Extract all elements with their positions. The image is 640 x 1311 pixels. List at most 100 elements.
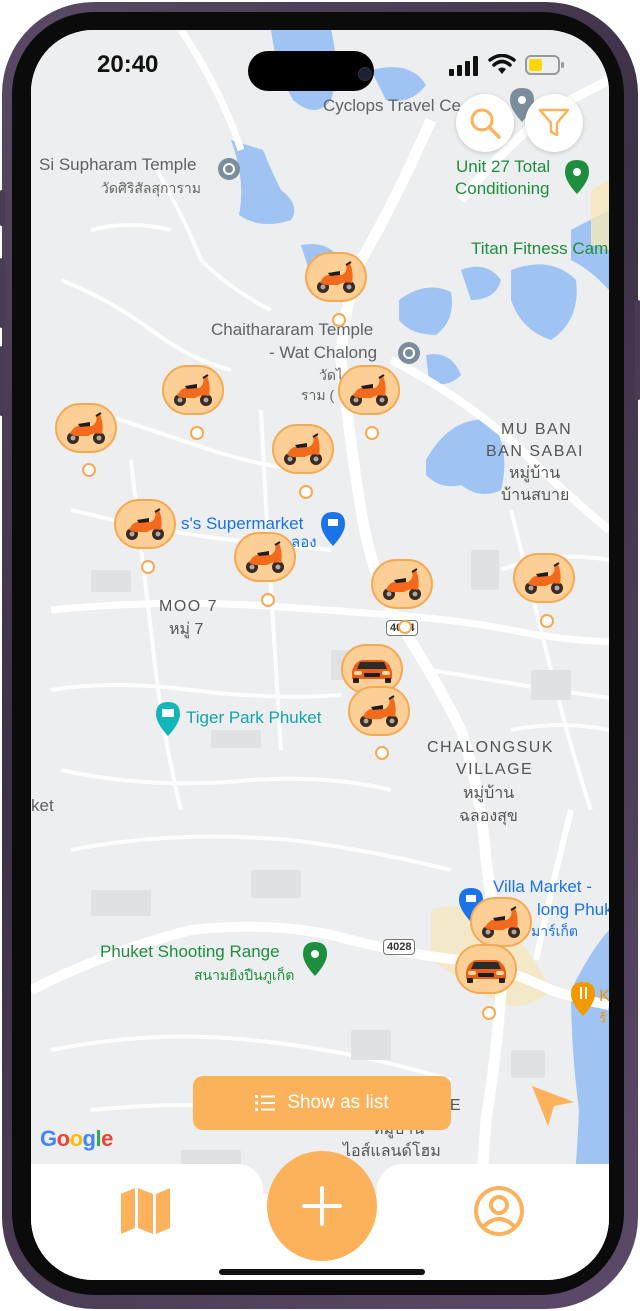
place-label: Chaithararam Temple	[211, 320, 374, 339]
place-label: ket	[31, 796, 54, 815]
place-label: Phuket Shooting Range	[100, 942, 280, 961]
area-label-thai: หมู่บ้าน	[509, 465, 561, 482]
home-indicator	[219, 1269, 425, 1275]
marker-bubble	[338, 365, 400, 415]
filter-button[interactable]	[525, 94, 583, 152]
signal-icon	[449, 56, 478, 76]
place-label-thai: ราม (	[301, 387, 335, 403]
area-label-thai: ฉลองสุข	[459, 808, 518, 825]
place-label: Tiger Park Phuket	[186, 708, 322, 727]
marker-location-dot	[540, 614, 554, 628]
scooter-icon	[350, 374, 388, 406]
list-icon	[255, 1095, 276, 1111]
show-as-list-button[interactable]: Show as list	[193, 1076, 451, 1130]
marker-location-dot	[482, 1006, 496, 1020]
temple-pin-icon	[218, 158, 240, 180]
scooter-icon	[126, 508, 164, 540]
marker-bubble	[114, 499, 176, 549]
place-label: Conditioning	[455, 179, 550, 198]
scooter-icon	[317, 261, 355, 293]
scooter-icon	[284, 433, 322, 465]
scooter-icon	[174, 374, 212, 406]
marker-location-dot	[375, 746, 389, 760]
battery-icon	[525, 55, 564, 75]
marker-bubble	[272, 424, 334, 474]
scooter-marker[interactable]	[348, 686, 412, 760]
road-shield: 4028	[383, 939, 416, 955]
scooter-marker[interactable]	[234, 532, 298, 607]
camera-icon	[358, 67, 372, 81]
marker-bubble	[162, 365, 224, 415]
screen: Cyclops Travel Ce Si Supharam Temple วัด…	[31, 30, 609, 1280]
scooter-icon	[360, 695, 398, 727]
status-time: 20:40	[97, 51, 159, 78]
area-label: CHALONGSUK	[427, 739, 555, 756]
marker-location-dot	[332, 313, 346, 327]
marker-bubble	[55, 403, 117, 453]
user-icon	[474, 1186, 524, 1236]
wifi-icon	[488, 54, 516, 74]
scooter-icon	[482, 906, 520, 938]
scooter-marker[interactable]	[272, 424, 336, 499]
car-icon	[466, 960, 506, 983]
filter-icon	[538, 108, 570, 137]
marker-location-dot	[261, 593, 275, 607]
scooter-marker[interactable]	[55, 403, 119, 477]
scooter-icon	[67, 412, 105, 444]
marker-bubble	[455, 944, 517, 994]
area-label-thai: ไอส์แลนด์โฮม	[343, 1143, 441, 1160]
temple-pin-icon	[398, 342, 420, 364]
area-label: MOO 7	[159, 598, 219, 615]
car-marker[interactable]	[455, 944, 519, 1020]
marker-location-dot	[141, 560, 155, 574]
area-label-thai: หมู่บ้าน	[463, 785, 515, 802]
map-icon	[121, 1188, 170, 1234]
place-label: long Phuke	[537, 900, 609, 919]
scooter-marker[interactable]	[162, 365, 226, 440]
car-icon	[352, 660, 392, 683]
add-button[interactable]	[267, 1151, 377, 1261]
show-as-list-label: Show as list	[287, 1092, 389, 1113]
scooter-marker[interactable]	[513, 553, 577, 628]
marker-bubble	[305, 252, 367, 302]
place-label: Si Supharam Temple	[39, 155, 197, 174]
place-label-thai: ร้	[599, 1010, 607, 1026]
scooter-marker[interactable]	[338, 365, 402, 440]
area-label-thai: หมู่ 7	[169, 621, 204, 638]
status-bar: 20:40	[31, 30, 609, 100]
scooter-marker[interactable]	[114, 499, 178, 574]
marker-location-dot	[365, 426, 379, 440]
search-icon	[470, 108, 501, 139]
scooter-icon	[525, 562, 563, 594]
dynamic-island	[248, 51, 374, 91]
tab-map[interactable]	[119, 1186, 173, 1236]
place-label-thai: วัดศิริสัลสุการาม	[101, 180, 201, 196]
plus-icon	[302, 1186, 342, 1226]
scooter-icon	[246, 541, 284, 573]
scooter-marker[interactable]	[305, 252, 369, 327]
marker-bubble	[513, 553, 575, 603]
area-label: BAN SABAI	[486, 443, 584, 460]
marker-location-dot	[299, 485, 313, 499]
scooter-marker[interactable]	[470, 897, 534, 949]
marker-location-dot	[190, 426, 204, 440]
area-label-thai: บ้านสบาย	[501, 487, 570, 504]
marker-bubble	[348, 686, 410, 736]
place-label-thai: สนามยิงปืนภูเก็ต	[194, 967, 295, 983]
marker-bubble	[470, 897, 532, 947]
marker-bubble	[371, 559, 433, 609]
location-arrow-icon[interactable]	[528, 1080, 578, 1130]
tab-profile[interactable]	[472, 1184, 526, 1238]
scooter-icon	[383, 568, 421, 600]
place-label: - Wat Chalong	[269, 343, 378, 362]
place-label: K	[599, 986, 609, 1005]
scooter-marker[interactable]	[371, 559, 435, 634]
place-label: Unit 27 Total	[456, 157, 551, 176]
search-button[interactable]	[456, 94, 514, 152]
place-label: Titan Fitness Cam	[471, 239, 609, 258]
marker-location-dot	[398, 620, 412, 634]
area-label: VILLAGE	[456, 761, 534, 778]
place-label-thai: มาร์เก็ต	[531, 923, 578, 939]
marker-location-dot	[82, 463, 96, 477]
phone-frame: Cyclops Travel Ce Si Supharam Temple วัด…	[0, 0, 640, 1311]
